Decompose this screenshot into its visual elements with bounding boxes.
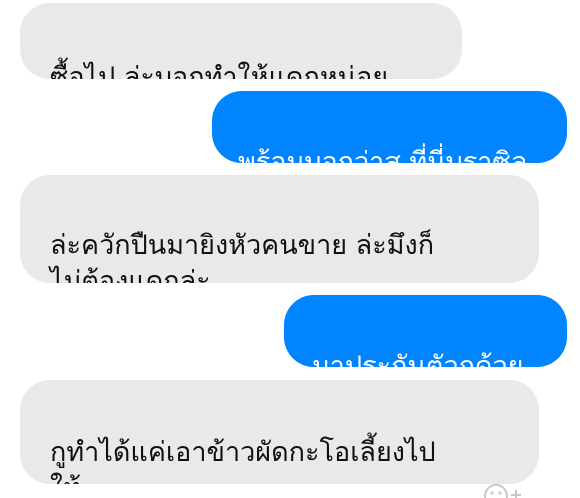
message-thread: ซื้อไป ล่ะบอกทำให้แดกหน่อย พร้อมบอกว่าส … <box>0 0 580 498</box>
outgoing-message-bubble[interactable]: พร้อมบอกว่าส ที่นี่บราซิล <box>212 91 567 163</box>
message-text: ซื้อไป ล่ะบอกทำให้แดกหน่อย <box>50 62 389 79</box>
outgoing-message-bubble[interactable]: มาประกันตัวกูด้วย <box>284 295 567 367</box>
incoming-message-bubble[interactable]: กูทำได้แค่เอาข้าวผัดกะโอเลี้ยงไป ให้... <box>20 380 539 484</box>
message-text: ล่ะควักปืนมายิงหัวคนขาย ล่ะมึงก็ ไม่ต้อง… <box>50 230 435 283</box>
incoming-message-bubble[interactable]: ซื้อไป ล่ะบอกทำให้แดกหน่อย <box>20 3 462 79</box>
incoming-message-bubble[interactable]: ล่ะควักปืนมายิงหัวคนขาย ล่ะมึงก็ ไม่ต้อง… <box>20 175 539 283</box>
add-reaction-icon[interactable] <box>482 482 524 498</box>
message-text: กูทำได้แค่เอาข้าวผัดกะโอเลี้ยงไป ให้... <box>50 437 436 484</box>
message-text: พร้อมบอกว่าส ที่นี่บราซิล <box>238 147 528 163</box>
message-text: มาประกันตัวกูด้วย <box>312 351 524 367</box>
